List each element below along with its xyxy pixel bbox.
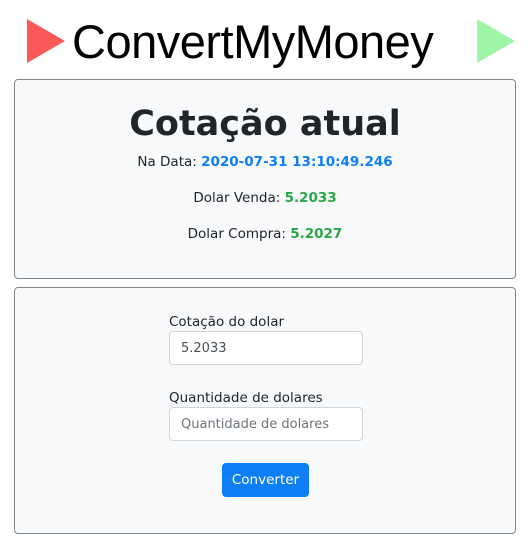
app-header: ConvertMyMoney — [0, 0, 532, 78]
rate-date-line: Na Data: 2020-07-31 13:10:49.246 — [15, 152, 515, 172]
rate-date-value: 2020-07-31 13:10:49.246 — [201, 154, 393, 170]
rate-date-label: Na Data: — [137, 154, 202, 170]
sell-rate-line: Dolar Venda: 5.2033 — [15, 188, 515, 208]
sell-rate-value: 5.2033 — [284, 190, 337, 206]
buy-rate-label: Dolar Compra: — [187, 226, 291, 242]
play-triangle-icon — [477, 19, 515, 63]
conversion-form-card: Cotação do dolar Quantidade de dolares C… — [14, 287, 516, 534]
rate-field-label: Cotação do dolar — [169, 314, 285, 330]
app-title: ConvertMyMoney — [72, 15, 434, 68]
play-triangle-icon — [27, 19, 65, 63]
current-rate-card: Cotação atual Na Data: 2020-07-31 13:10:… — [14, 79, 516, 279]
rate-card-title: Cotação atual — [129, 104, 401, 144]
sell-rate-label: Dolar Venda: — [193, 190, 285, 206]
rate-input[interactable] — [169, 331, 363, 365]
quantity-input[interactable] — [169, 407, 363, 441]
buy-rate-line: Dolar Compra: 5.2027 — [15, 224, 515, 244]
quantity-field-label: Quantidade de dolares — [169, 390, 323, 406]
buy-rate-value: 5.2027 — [290, 226, 343, 242]
convert-button[interactable]: Converter — [222, 463, 309, 497]
